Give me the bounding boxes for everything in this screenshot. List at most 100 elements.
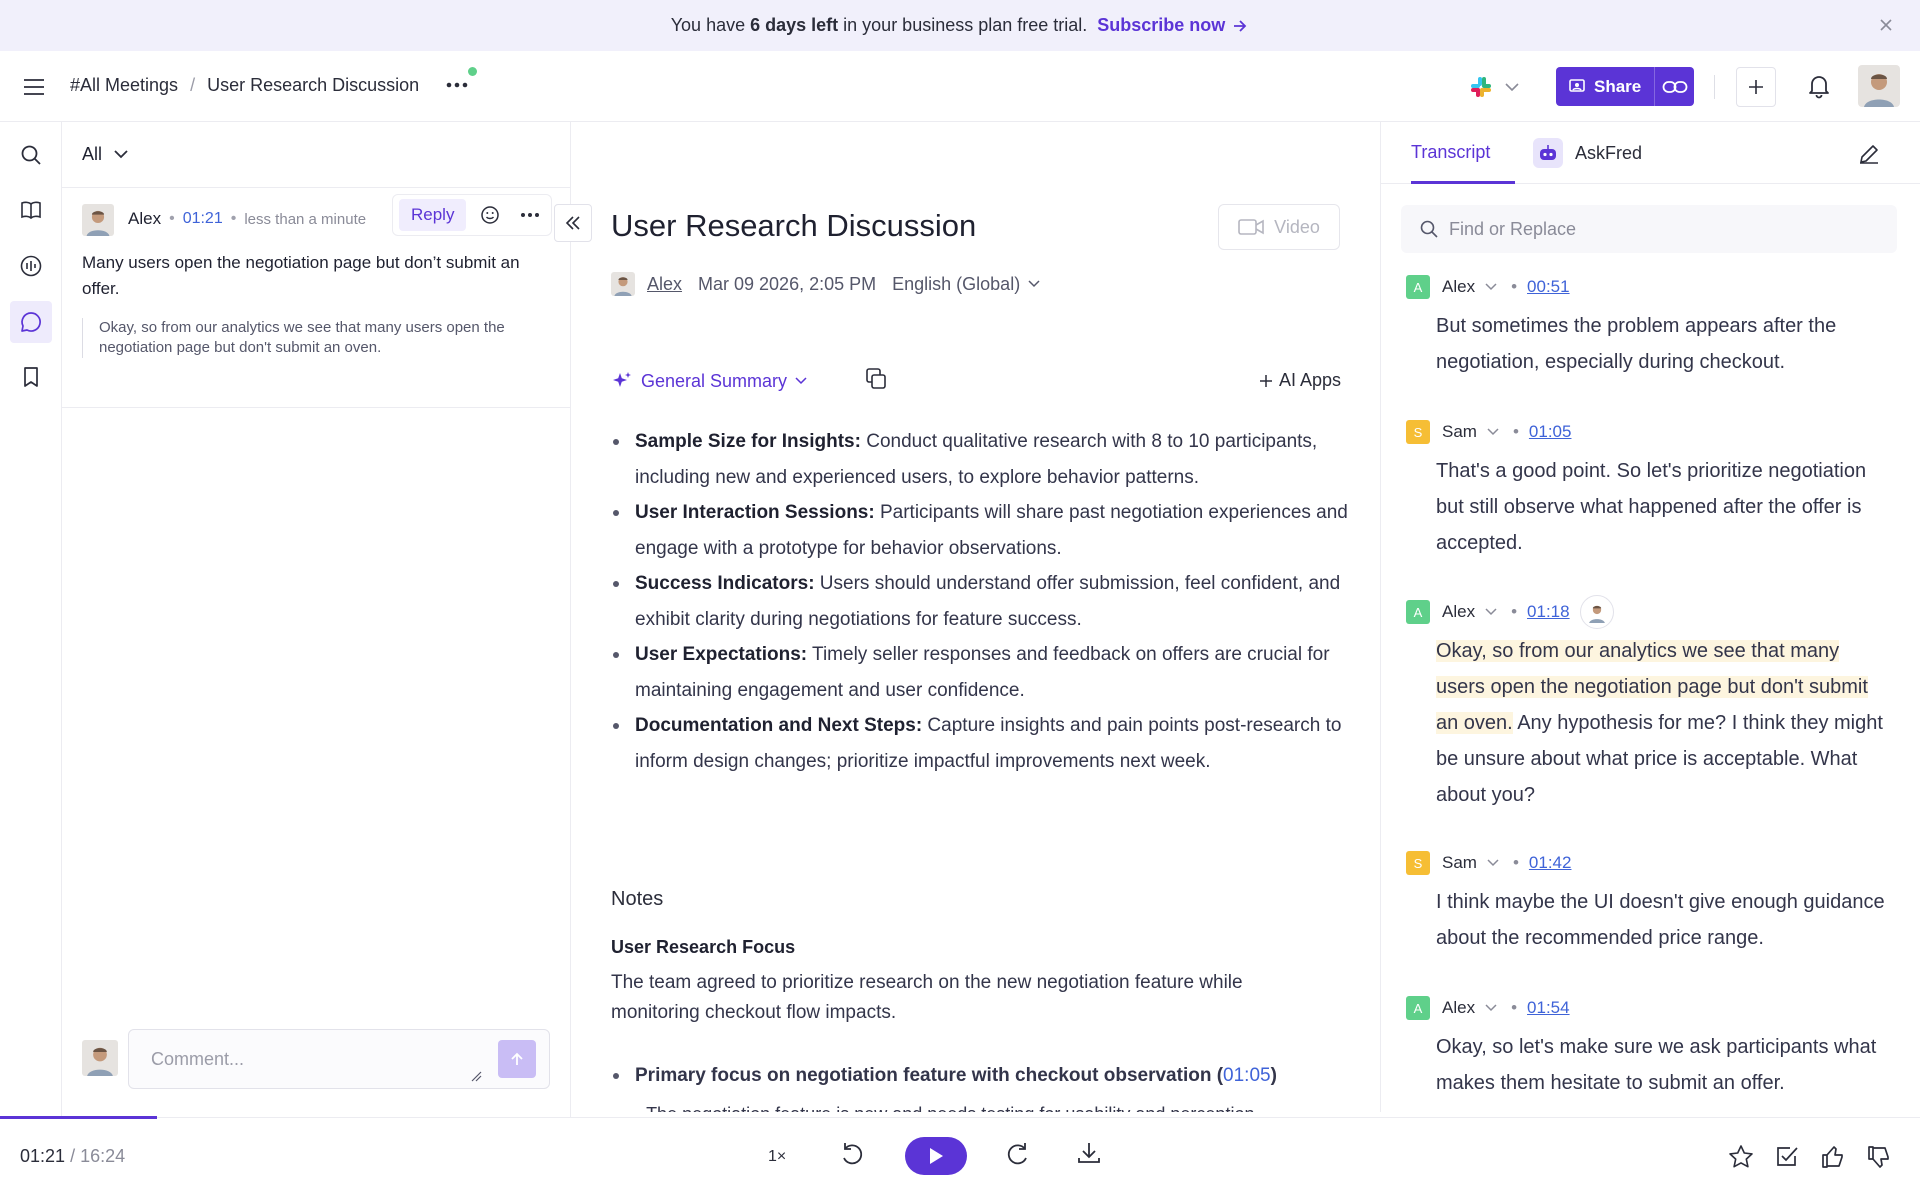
slack-icon[interactable] (1469, 75, 1493, 99)
speaker-name[interactable]: Sam (1442, 853, 1477, 873)
comment-input[interactable]: Comment... (128, 1029, 550, 1089)
search-icon (1420, 220, 1438, 238)
breadcrumb-current-meeting: User Research Discussion (207, 75, 420, 95)
sparkle-icon (613, 372, 631, 387)
media-player-bar: 01:21 / 16:24 1× (0, 1116, 1920, 1200)
speaker-name[interactable]: Alex (1442, 602, 1475, 622)
playback-progress-bar[interactable] (0, 1116, 1920, 1119)
comment-author: Alex (128, 209, 162, 228)
transcript-segment: A Alex • 01:18 Okay, so from our analyti… (1406, 595, 1906, 813)
plus-icon (1749, 80, 1763, 94)
send-comment-button[interactable] (498, 1040, 536, 1078)
current-time: 01:21 (20, 1146, 66, 1166)
speaker-name[interactable]: Alex (1442, 998, 1475, 1018)
chevron-down-icon[interactable] (1487, 428, 1499, 436)
thumbs-down-icon[interactable] (1866, 1144, 1892, 1170)
more-options-icon[interactable] (446, 82, 468, 88)
emoji-reaction-icon[interactable] (480, 205, 500, 225)
speaker-name[interactable]: Sam (1442, 422, 1477, 442)
chevron-down-icon[interactable] (1485, 283, 1497, 291)
segment-timestamp[interactable]: 01:42 (1529, 853, 1572, 873)
task-checkbox-icon[interactable] (1774, 1144, 1800, 1170)
comment-quote: Okay, so from our analytics we see that … (82, 318, 552, 358)
meeting-date: Mar 09 2026, 2:05 PM (698, 273, 877, 294)
comments-icon[interactable] (10, 301, 52, 343)
user-avatar[interactable] (1858, 65, 1900, 107)
close-banner-icon[interactable] (1876, 15, 1896, 35)
book-icon[interactable] (17, 196, 45, 224)
chevron-down-icon (114, 150, 128, 159)
top-header: #All Meetings / User Research Discussion… (0, 51, 1920, 122)
copy-icon[interactable] (863, 366, 889, 392)
comment-relative-time: less than a minute (244, 210, 367, 228)
comment-actions: Reply (392, 194, 552, 236)
share-button[interactable]: Share (1556, 67, 1694, 106)
comment-more-icon[interactable] (520, 212, 540, 218)
share-label: Share (1594, 76, 1642, 96)
transcript-segment: A Alex • 01:54 Okay, so let's make sure … (1406, 995, 1906, 1101)
transcript-segment: S Sam • 01:42 I think maybe the UI doesn… (1406, 850, 1906, 956)
arrow-right-icon (1234, 19, 1247, 32)
hamburger-menu-icon[interactable] (22, 77, 46, 97)
segment-text: That's a good point. So let's prioritize… (1436, 460, 1867, 554)
add-button[interactable] (1736, 67, 1776, 107)
language-dropdown[interactable]: English (Global) (892, 274, 1040, 295)
forward-icon[interactable] (1004, 1140, 1032, 1168)
resize-handle-icon[interactable] (470, 1070, 482, 1082)
summary-type-dropdown[interactable]: General Summary (611, 370, 807, 392)
reply-button[interactable]: Reply (399, 199, 467, 231)
summary-toolbar: General Summary AI Apps (611, 366, 1341, 398)
summary-bullet: User Interaction Sessions: Participants … (611, 495, 1351, 566)
speaker-badge: A (1406, 996, 1430, 1020)
breadcrumb-all-meetings[interactable]: #All Meetings (70, 75, 178, 96)
video-label: Video (1274, 216, 1320, 237)
segment-timestamp[interactable]: 01:18 (1527, 602, 1570, 622)
speaker-badge: S (1406, 851, 1430, 875)
ai-apps-button[interactable]: AI Apps (1259, 370, 1341, 391)
subscribe-link[interactable]: Subscribe now (1097, 15, 1249, 36)
focus-bullet-timestamp[interactable]: 01:05 (1223, 1065, 1271, 1086)
chevron-down-icon[interactable] (1485, 608, 1497, 616)
download-icon[interactable] (1076, 1140, 1102, 1166)
rewind-icon[interactable] (838, 1140, 866, 1168)
focus-heading: User Research Focus (611, 937, 796, 957)
summary-bullet: Documentation and Next Steps: Capture in… (611, 708, 1351, 779)
comments-filter-dropdown[interactable]: All (82, 144, 128, 165)
star-icon[interactable] (1728, 1144, 1754, 1170)
edit-pencil-icon[interactable] (1857, 142, 1881, 166)
segment-timestamp[interactable]: 01:05 (1529, 422, 1572, 442)
subscribe-label: Subscribe now (1097, 15, 1226, 35)
video-button[interactable]: Video (1218, 204, 1340, 250)
tab-askfred[interactable]: AskFred (1533, 138, 1642, 168)
segment-text: But sometimes the problem appears after … (1436, 315, 1837, 373)
chevron-down-icon[interactable] (1487, 859, 1499, 867)
commenter-avatar[interactable] (1579, 595, 1614, 629)
plus-icon (1259, 374, 1272, 387)
speaker-badge: S (1406, 420, 1430, 444)
search-icon[interactable] (17, 141, 45, 169)
comment-timestamp[interactable]: 01:21 (183, 210, 223, 228)
notifications-bell-icon[interactable] (1806, 73, 1832, 99)
transcript-panel: Transcript AskFred Find or Replace A Ale… (1381, 122, 1920, 1112)
focus-bullets: Primary focus on negotiation feature wit… (611, 1058, 1351, 1094)
transcript-segment: A Alex • 00:51 But sometimes the problem… (1406, 274, 1906, 380)
play-button[interactable] (905, 1137, 967, 1175)
copy-link-icon[interactable] (1655, 80, 1694, 94)
banner-text-post: in your business plan free trial. (843, 15, 1088, 35)
summary-type-label: General Summary (641, 370, 788, 391)
chevron-down-icon[interactable] (1505, 83, 1519, 91)
meeting-owner-link[interactable]: Alex (647, 274, 682, 295)
tab-transcript[interactable]: Transcript (1411, 142, 1490, 163)
breadcrumb: #All Meetings / User Research Discussion (70, 75, 420, 96)
find-replace-input[interactable]: Find or Replace (1401, 205, 1897, 253)
segment-timestamp[interactable]: 00:51 (1527, 277, 1570, 297)
thumbs-up-icon[interactable] (1820, 1144, 1846, 1170)
chevron-down-icon[interactable] (1485, 1004, 1497, 1012)
segment-text: Okay, so let's make sure we ask particip… (1436, 1036, 1877, 1094)
playback-speed-button[interactable]: 1× (768, 1148, 786, 1166)
analytics-icon[interactable] (17, 252, 45, 280)
playback-progress-fill (0, 1116, 158, 1119)
segment-timestamp[interactable]: 01:54 (1527, 998, 1570, 1018)
speaker-name[interactable]: Alex (1442, 277, 1475, 297)
bookmark-icon[interactable] (17, 363, 45, 391)
